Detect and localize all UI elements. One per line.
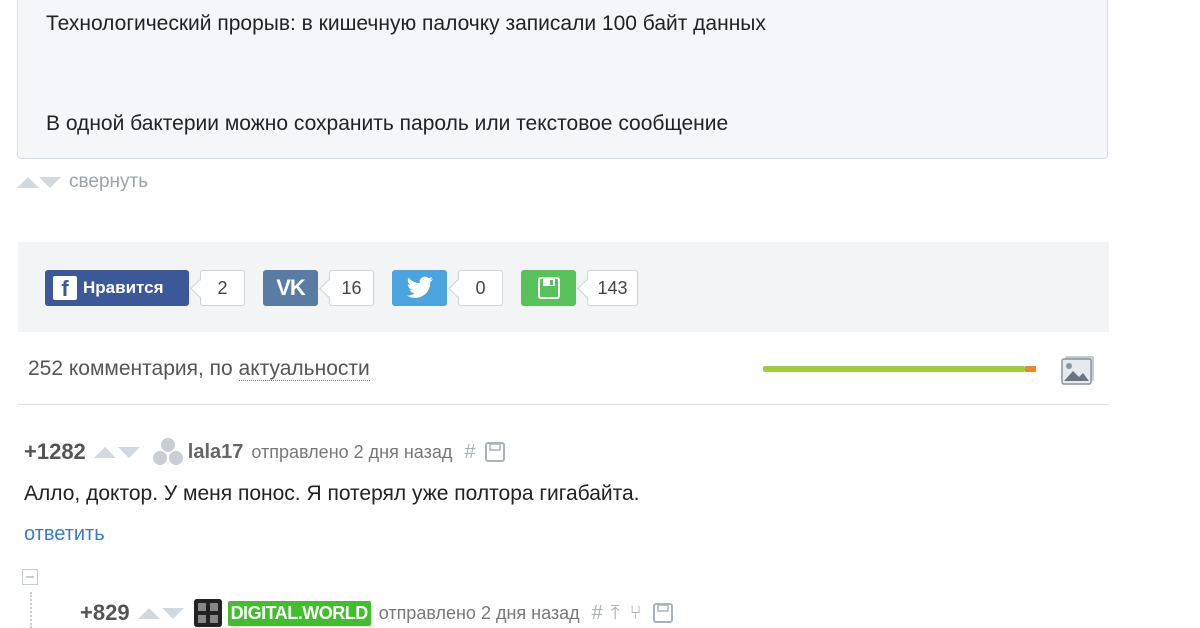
downvote-icon[interactable] [117, 446, 140, 458]
comment-timestamp: отправлено 2 дня назад [251, 441, 453, 462]
comment-username[interactable]: lala17 [188, 441, 244, 464]
comment-header: +1282 lala17 отправлено 2 дня назад # [24, 437, 506, 467]
twitter-bird-icon [406, 276, 433, 298]
downvote-icon[interactable] [161, 607, 184, 619]
comment-score: +1282 [24, 439, 86, 464]
go-to-parent-icon[interactable]: ⤒ [611, 602, 620, 625]
share-bar: f Нравится 2 VK 16 0 143 [18, 242, 1109, 332]
facebook-count: 2 [200, 270, 245, 306]
collapse-thread-icon[interactable] [22, 569, 38, 585]
thread-branch-icon[interactable]: ⑂ [630, 602, 642, 625]
vk-icon: VK [276, 275, 306, 300]
downvote-icon[interactable] [39, 176, 61, 188]
facebook-icon: f [53, 276, 77, 300]
divider [18, 404, 1109, 405]
save-post-button[interactable] [521, 270, 576, 306]
vk-share-button[interactable]: VK [263, 270, 318, 306]
upvote-icon[interactable] [17, 176, 39, 188]
upvote-icon[interactable] [137, 607, 160, 619]
sort-order-link[interactable]: актуальности [238, 357, 370, 381]
post-content-box: Технологический прорыв: в кишечную палоч… [17, 0, 1108, 159]
post-collapse-row: свернуть [17, 170, 148, 194]
post-text-line: Технологический прорыв: в кишечную палоч… [46, 12, 766, 35]
floppy-disk-icon [537, 277, 560, 299]
comment-timestamp: отправлено 2 дня назад [378, 602, 580, 623]
twitter-share-button[interactable] [392, 270, 447, 306]
comment-score: +829 [80, 600, 130, 625]
comment-username[interactable]: DIGITAL.WORLD [227, 600, 371, 626]
reply-link[interactable]: ответить [24, 523, 105, 546]
default-avatar-icon [152, 438, 183, 465]
comment-link-icon[interactable]: # [592, 602, 603, 625]
save-comment-icon[interactable] [484, 441, 506, 463]
save-comment-icon[interactable] [652, 602, 674, 624]
vk-count: 16 [329, 270, 374, 306]
comment-text: Алло, доктор. У меня понос. Я потерял уж… [24, 482, 640, 505]
thread-line [30, 592, 32, 628]
facebook-like-button[interactable]: f Нравится [45, 270, 189, 306]
save-count: 143 [587, 270, 638, 306]
image-toggle-icon[interactable] [1061, 355, 1095, 385]
twitter-count: 0 [458, 270, 503, 306]
user-avatar [193, 599, 222, 627]
facebook-like-label: Нравится [83, 278, 164, 297]
comment-link-icon[interactable]: # [464, 441, 475, 464]
upvote-icon[interactable] [93, 446, 116, 458]
rating-bar-positive [763, 366, 1025, 372]
collapse-link[interactable]: свернуть [69, 171, 148, 193]
rating-bar-negative [1025, 366, 1036, 372]
post-text-line: В одной бактерии можно сохранить пароль … [46, 112, 729, 135]
comments-count-header: 252 комментария, по актуальности [28, 357, 370, 381]
comments-count: 252 комментария, по [28, 357, 239, 380]
comment-header: +829 DIGITAL.WORLD отправлено 2 дня наза… [80, 598, 674, 628]
